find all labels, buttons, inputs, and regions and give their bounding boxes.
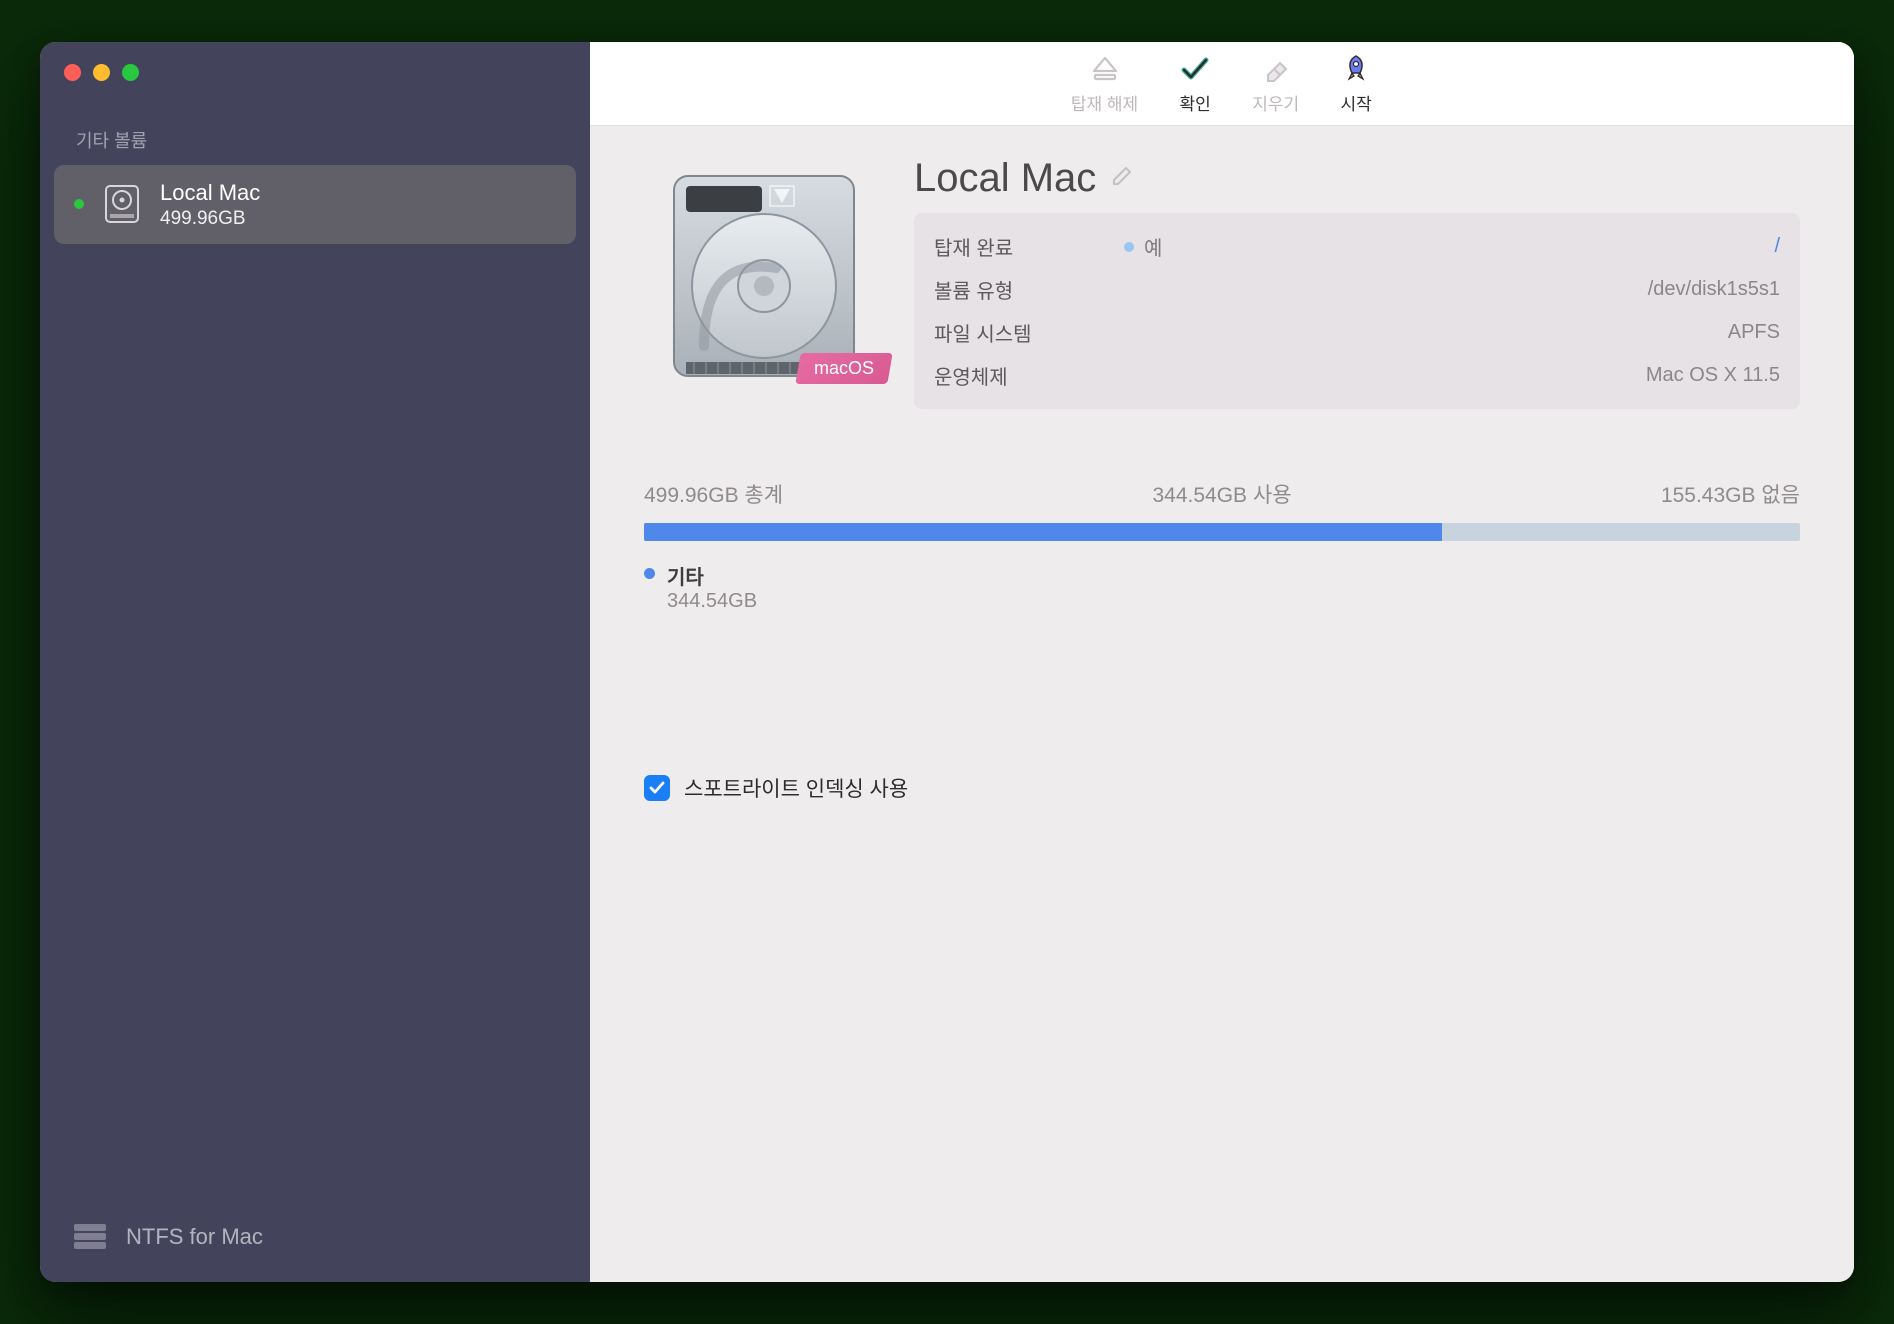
storage-used-segment — [644, 523, 1442, 541]
volume-title: Local Mac — [914, 156, 1096, 201]
storage-section: 499.96GB 총계 344.54GB 사용 155.43GB 없음 기타 3… — [644, 479, 1800, 613]
rocket-icon — [1339, 52, 1373, 86]
prop-fs: 파일 시스템 APFS — [934, 311, 1780, 354]
spotlight-checkbox-row[interactable]: 스포트라이트 인덱싱 사용 — [644, 773, 1800, 803]
window-controls — [40, 42, 590, 103]
sidebar-product-label[interactable]: NTFS for Mac — [40, 1192, 590, 1282]
storage-total: 499.96GB 총계 — [644, 479, 783, 509]
sidebar-section-label: 기타 볼륨 — [40, 103, 590, 165]
sidebar-volume-size: 499.96GB — [160, 208, 260, 230]
mount-status-dot-icon — [1124, 242, 1134, 252]
prop-mounted: 탑재 완료 예 / — [934, 225, 1780, 268]
stacks-icon — [72, 1222, 108, 1252]
minimize-window-button[interactable] — [93, 64, 110, 81]
close-window-button[interactable] — [64, 64, 81, 81]
mount-point-link[interactable]: / — [1774, 235, 1780, 258]
sidebar-volume-name: Local Mac — [160, 179, 260, 208]
app-window: 기타 볼륨 Local Mac 499.96GB — [40, 42, 1854, 1282]
toolbar: 탑재 해제 확인 지우기 — [590, 42, 1854, 126]
sidebar-volume-text: Local Mac 499.96GB — [160, 179, 260, 230]
properties-table: 탑재 완료 예 / 볼륨 유형 /dev/disk1s5s1 파일 시스템 — [914, 213, 1800, 409]
drive-image: macOS — [644, 156, 884, 396]
verify-button[interactable]: 확인 — [1178, 52, 1212, 115]
content-area: macOS Local Mac 탑재 완료 예 / — [590, 126, 1854, 1282]
legend-dot-icon — [644, 568, 655, 579]
prop-type: 볼륨 유형 /dev/disk1s5s1 — [934, 268, 1780, 311]
prop-os: 운영체제 Mac OS X 11.5 — [934, 354, 1780, 397]
os-badge: macOS — [795, 353, 892, 384]
storage-legend-item: 기타 344.54GB — [644, 561, 1800, 613]
product-name: NTFS for Mac — [126, 1224, 263, 1250]
zoom-window-button[interactable] — [122, 64, 139, 81]
main-panel: 탑재 해제 확인 지우기 — [590, 42, 1854, 1282]
erase-button[interactable]: 지우기 — [1252, 52, 1299, 115]
sidebar-volume-item[interactable]: Local Mac 499.96GB — [54, 165, 576, 244]
drive-icon — [100, 182, 144, 226]
sidebar: 기타 볼륨 Local Mac 499.96GB — [40, 42, 590, 1282]
start-button[interactable]: 시작 — [1339, 52, 1373, 115]
eject-button[interactable]: 탑재 해제 — [1071, 52, 1138, 115]
eject-icon — [1088, 52, 1122, 86]
spotlight-label: 스포트라이트 인덱싱 사용 — [684, 773, 908, 803]
storage-used: 344.54GB 사용 — [1152, 479, 1291, 509]
check-icon — [1178, 52, 1212, 86]
checkbox-checked-icon[interactable] — [644, 775, 670, 801]
storage-bar — [644, 523, 1800, 541]
storage-free: 155.43GB 없음 — [1661, 479, 1800, 509]
eraser-icon — [1259, 52, 1293, 86]
edit-icon[interactable] — [1110, 164, 1134, 193]
status-dot-icon — [74, 199, 84, 209]
